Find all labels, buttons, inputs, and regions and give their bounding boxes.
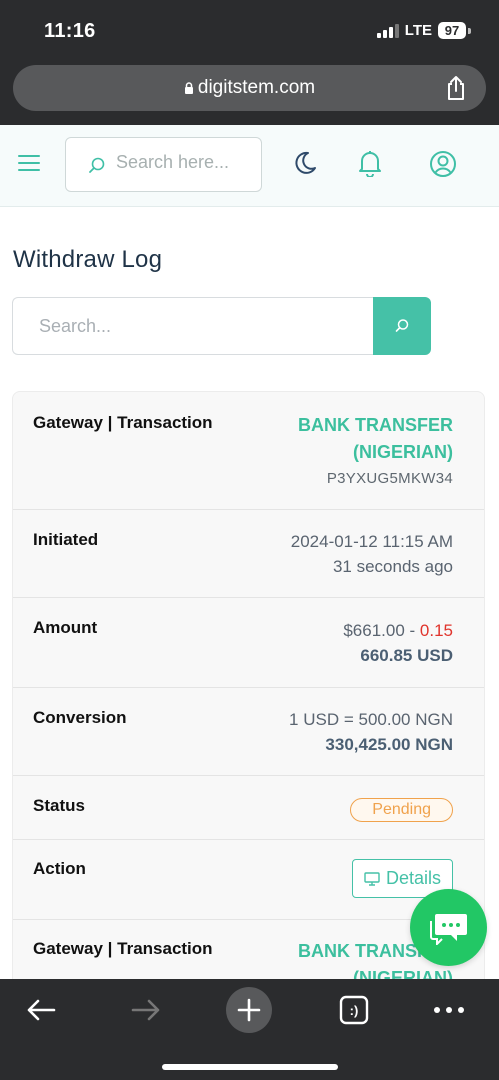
share-icon[interactable] [444, 75, 468, 101]
tabs-icon: :) [339, 995, 369, 1025]
conversion-total: 330,425.00 NGN [325, 735, 453, 754]
status-badge: Pending [350, 798, 453, 822]
search-button[interactable] [373, 297, 431, 355]
forward-arrow-icon [131, 999, 160, 1021]
gateway-name-sub: (NIGERIAN) [353, 442, 453, 462]
search-icon [89, 157, 105, 173]
more-icon [434, 1007, 464, 1013]
amount-label: Amount [33, 618, 98, 637]
lock-icon [184, 82, 193, 94]
home-indicator[interactable] [162, 1064, 338, 1070]
status-label: Status [33, 796, 85, 815]
amount-row: Amount $661.00 - 0.15 660.85 USD [13, 598, 484, 688]
amount-net: 660.85 USD [360, 646, 453, 665]
monitor-icon [364, 871, 380, 886]
header-search[interactable] [65, 137, 262, 192]
moon-icon[interactable] [292, 150, 318, 176]
svg-text::): :) [350, 1003, 359, 1018]
battery-icon: 97 [438, 22, 466, 39]
gateway-name: BANK TRANSFER [298, 415, 453, 435]
initiated-label: Initiated [33, 530, 99, 549]
network-type: LTE [404, 22, 432, 39]
initiated-date: 2024-01-12 11:15 AM [290, 532, 453, 551]
new-tab-button[interactable] [226, 987, 272, 1033]
url-text: digitstem.com [197, 77, 316, 98]
gateway-label: Gateway | Transaction [33, 939, 213, 958]
search-icon [395, 319, 409, 332]
app-header [0, 125, 499, 207]
chat-button[interactable] [410, 889, 487, 966]
chat-icon [429, 913, 467, 945]
withdraw-search-input[interactable] [12, 297, 374, 355]
menu-icon[interactable] [18, 155, 40, 173]
gateway-row: Gateway | Transaction BANK TRANSFER (NIG… [13, 392, 484, 510]
address-bar[interactable]: digitstem.com [13, 65, 486, 111]
back-button[interactable] [22, 991, 60, 1029]
plus-icon [237, 998, 261, 1022]
amount-gross: $661.00 [343, 621, 405, 640]
status-time: 11:16 [44, 20, 96, 42]
initiated-ago: 31 seconds ago [332, 557, 453, 576]
status-row: Status Pending [13, 776, 484, 840]
tabs-button[interactable]: :) [338, 991, 370, 1029]
withdraw-search [12, 297, 431, 355]
user-profile-icon[interactable] [429, 150, 457, 178]
amount-fee: 0.15 [419, 621, 453, 640]
header-search-input[interactable] [116, 152, 251, 173]
more-button[interactable] [430, 991, 468, 1029]
back-arrow-icon [27, 999, 56, 1021]
initiated-row: Initiated 2024-01-12 11:15 AM 31 seconds… [13, 510, 484, 598]
status-bar: 11:16 LTE 97 [0, 0, 499, 62]
signal-icon [376, 23, 399, 38]
conversion-label: Conversion [33, 708, 127, 727]
amount-separator: - [404, 621, 420, 640]
details-button-label: Details [385, 868, 441, 888]
gateway-label: Gateway | Transaction [33, 413, 213, 432]
action-label: Action [33, 859, 86, 878]
bell-icon[interactable] [357, 149, 383, 177]
conversion-row: Conversion 1 USD = 500.00 NGN 330,425.00… [13, 688, 484, 776]
page-title: Withdraw Log [13, 246, 163, 273]
transaction-id: P3YXUG5MKW34 [326, 470, 453, 487]
browser-address-area: digitstem.com [0, 62, 499, 125]
forward-button[interactable] [127, 991, 165, 1029]
conversion-rate: 1 USD = 500.00 NGN [289, 710, 453, 729]
